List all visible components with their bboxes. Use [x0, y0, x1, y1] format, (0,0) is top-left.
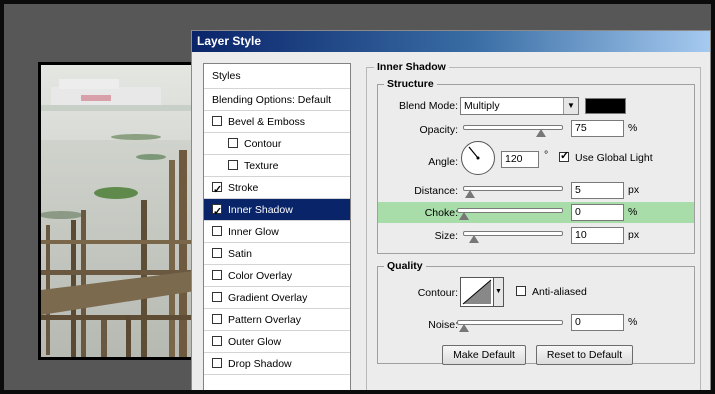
choke-unit: %: [628, 206, 638, 218]
checkbox-icon[interactable]: [212, 336, 222, 346]
quality-title: Quality: [384, 260, 426, 272]
chevron-down-icon: ▼: [563, 98, 578, 114]
style-item-label: Bevel & Emboss: [228, 116, 306, 128]
checkbox-icon[interactable]: [228, 138, 238, 148]
style-item-label: Color Overlay: [228, 270, 293, 282]
style-item-gradient-overlay[interactable]: Gradient Overlay: [204, 287, 350, 309]
contour-dropdown-arrow-icon[interactable]: ▼: [494, 277, 504, 307]
noise-unit: %: [628, 316, 638, 328]
style-item-contour[interactable]: Contour: [204, 133, 350, 155]
checkbox-icon[interactable]: [212, 270, 222, 280]
distance-slider-thumb[interactable]: [465, 190, 475, 199]
angle-label: Angle:: [428, 156, 458, 168]
angle-dial[interactable]: [461, 141, 495, 175]
style-item-label: Pattern Overlay: [228, 314, 301, 326]
background-photo: [38, 62, 198, 360]
checkbox-icon[interactable]: [228, 160, 238, 170]
size-slider-thumb[interactable]: [469, 235, 479, 244]
size-unit: px: [628, 229, 640, 241]
use-global-light-checkbox[interactable]: Use Global Light: [559, 149, 653, 164]
angle-unit: °: [544, 149, 549, 161]
noise-label: Noise:: [428, 319, 458, 331]
distance-input[interactable]: 5: [571, 182, 624, 199]
blend-mode-select[interactable]: Multiply ▼: [460, 97, 579, 115]
checkbox-icon[interactable]: [212, 314, 222, 324]
pier-illustration: [41, 79, 195, 357]
checkbox-icon[interactable]: [212, 201, 222, 223]
opacity-input[interactable]: 75: [571, 120, 624, 137]
anti-aliased-checkbox[interactable]: Anti-aliased: [516, 286, 587, 298]
linear-contour-icon: [462, 279, 492, 305]
style-item-label: Contour: [244, 138, 282, 150]
opacity-slider[interactable]: [463, 125, 563, 130]
contour-preview[interactable]: [460, 277, 494, 307]
checkbox-icon[interactable]: [212, 358, 222, 368]
noise-slider[interactable]: [457, 320, 563, 325]
blending-options-item[interactable]: Blending Options: Default: [204, 89, 350, 111]
style-item-label: Drop Shadow: [228, 358, 292, 370]
noise-input[interactable]: 0: [571, 314, 624, 331]
style-item-color-overlay[interactable]: Color Overlay: [204, 265, 350, 287]
styles-header[interactable]: Styles: [204, 64, 350, 89]
inner-shadow-title: Inner Shadow: [374, 61, 449, 73]
choke-label: Choke:: [424, 207, 458, 219]
opacity-slider-thumb[interactable]: [536, 129, 546, 138]
angle-needle-icon: [468, 146, 480, 160]
size-input[interactable]: 10: [571, 227, 624, 244]
style-item-satin[interactable]: Satin: [204, 243, 350, 265]
style-item-stroke[interactable]: Stroke: [204, 177, 350, 201]
angle-input[interactable]: 120: [501, 151, 539, 168]
contour-label: Contour:: [417, 287, 458, 299]
size-label: Size:: [434, 230, 458, 242]
opacity-unit: %: [628, 122, 638, 134]
style-item-drop-shadow[interactable]: Drop Shadow: [204, 353, 350, 375]
layer-style-dialog: Layer Style Styles Blending Options: Def…: [191, 30, 711, 394]
use-global-light-label: Use Global Light: [575, 152, 653, 164]
style-item-label: Stroke: [228, 182, 259, 194]
make-default-button[interactable]: Make Default: [442, 345, 526, 365]
style-item-label: Outer Glow: [228, 336, 282, 348]
choke-slider[interactable]: [457, 208, 563, 213]
style-item-bevel-emboss[interactable]: Bevel & Emboss: [204, 111, 350, 133]
dialog-title: Layer Style: [192, 31, 710, 52]
styles-list: Styles Blending Options: Default Bevel &…: [203, 63, 351, 393]
style-item-label: Inner Shadow: [228, 204, 293, 216]
checkbox-icon[interactable]: [212, 292, 222, 302]
style-item-label: Satin: [228, 248, 252, 260]
style-item-inner-shadow[interactable]: Inner Shadow: [204, 199, 350, 223]
style-item-label: Gradient Overlay: [228, 292, 308, 304]
structure-title: Structure: [384, 78, 437, 90]
reset-to-default-button[interactable]: Reset to Default: [536, 345, 633, 365]
noise-slider-thumb[interactable]: [459, 324, 469, 333]
style-item-label: Inner Glow: [228, 226, 279, 238]
distance-slider[interactable]: [463, 186, 563, 191]
choke-slider-thumb[interactable]: [459, 212, 469, 221]
choke-input[interactable]: 0: [571, 204, 624, 221]
checkbox-icon[interactable]: [212, 116, 222, 126]
distance-label: Distance:: [414, 185, 458, 197]
shadow-color-swatch[interactable]: [585, 98, 626, 114]
blend-mode-label: Blend Mode:: [399, 100, 458, 112]
checkbox-icon[interactable]: [212, 179, 222, 201]
opacity-label: Opacity:: [419, 124, 458, 136]
style-item-outer-glow[interactable]: Outer Glow: [204, 331, 350, 353]
style-item-label: Texture: [244, 160, 279, 172]
use-global-light-check-icon: [559, 149, 569, 162]
checkbox-icon[interactable]: [212, 226, 222, 236]
distance-unit: px: [628, 184, 640, 196]
style-item-pattern-overlay[interactable]: Pattern Overlay: [204, 309, 350, 331]
anti-aliased-label: Anti-aliased: [532, 286, 587, 298]
blend-mode-value: Multiply: [464, 100, 500, 112]
style-item-inner-glow[interactable]: Inner Glow: [204, 221, 350, 243]
anti-aliased-check-icon: [516, 286, 526, 296]
checkbox-icon[interactable]: [212, 248, 222, 258]
style-item-texture[interactable]: Texture: [204, 155, 350, 177]
